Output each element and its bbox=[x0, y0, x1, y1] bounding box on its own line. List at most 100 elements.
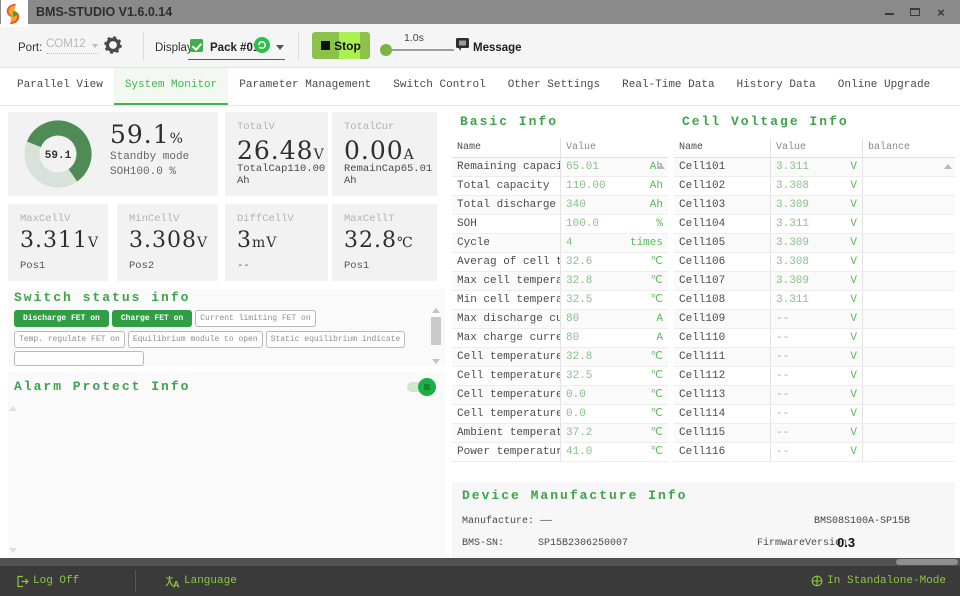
table-header: Name Value bbox=[452, 138, 668, 158]
row-name: Max cell temperature bbox=[452, 272, 560, 290]
table-row[interactable]: Cell107 3.309 V bbox=[674, 272, 955, 291]
tab[interactable]: Real-Time Data bbox=[611, 68, 725, 105]
scroll-down-icon[interactable] bbox=[9, 548, 17, 553]
table-row[interactable]: Max cell temperature 32.8 ℃ bbox=[452, 272, 668, 291]
row-name: Cell112 bbox=[674, 367, 770, 385]
switch-status-button[interactable]: Charge FET on bbox=[112, 310, 192, 327]
metric-sub: Pos2 bbox=[129, 260, 154, 272]
metric-label: TotalV bbox=[237, 121, 275, 133]
table-row[interactable]: Cell113 -- V bbox=[674, 386, 955, 405]
maximize-button[interactable] bbox=[902, 0, 928, 24]
slider-knob[interactable] bbox=[380, 44, 392, 56]
table-row[interactable]: Cell104 3.311 V bbox=[674, 215, 955, 234]
pack-checkbox[interactable] bbox=[190, 39, 203, 52]
gear-icon[interactable] bbox=[104, 36, 122, 59]
table-row[interactable]: Cell105 3.309 V bbox=[674, 234, 955, 253]
stop-button[interactable]: Stop bbox=[312, 32, 370, 59]
pack-dropdown-caret[interactable] bbox=[276, 45, 284, 50]
scroll-up-icon[interactable] bbox=[9, 406, 17, 411]
toolbar-divider bbox=[298, 32, 299, 60]
row-name: Cell103 bbox=[674, 196, 770, 214]
table-row[interactable]: Cell111 -- V bbox=[674, 348, 955, 367]
stop-square-icon bbox=[321, 41, 330, 50]
interval-slider[interactable]: 1.0s bbox=[380, 30, 456, 62]
table-row[interactable]: Cell115 -- V bbox=[674, 424, 955, 443]
table-row[interactable]: Min cell temperature 32.5 ℃ bbox=[452, 291, 668, 310]
tab[interactable]: Switch Control bbox=[382, 68, 496, 105]
table-row[interactable]: Cell116 -- V bbox=[674, 443, 955, 462]
port-select[interactable]: COM12 bbox=[46, 38, 98, 54]
table-row[interactable]: Ambient temperature 37.2 ℃ bbox=[452, 424, 668, 443]
switch-scrollbar[interactable] bbox=[431, 306, 442, 364]
table-row[interactable]: Max discharge current 80 A bbox=[452, 310, 668, 329]
metric-value: 3.311V bbox=[20, 228, 99, 253]
table-row[interactable]: Cell110 -- V bbox=[674, 329, 955, 348]
table-row[interactable]: Total discharge capa⋯ 340 Ah bbox=[452, 196, 668, 215]
row-balance bbox=[862, 329, 955, 347]
close-button[interactable]: × bbox=[928, 0, 954, 24]
message-button[interactable]: Message bbox=[473, 42, 522, 54]
toolbar-divider bbox=[143, 32, 144, 60]
switch-status-button[interactable]: Temp. regulate FET on bbox=[14, 331, 125, 348]
table-row[interactable]: Cell temperature 1 32.8 ℃ bbox=[452, 348, 668, 367]
alarm-toggle[interactable] bbox=[407, 382, 433, 392]
tab[interactable]: System Monitor bbox=[114, 68, 228, 105]
switch-status-button[interactable]: Current limiting FET on bbox=[195, 310, 315, 327]
table-row[interactable]: Max charge current 80 A bbox=[452, 329, 668, 348]
row-value: -- V bbox=[770, 348, 862, 366]
table-row[interactable]: Cell temperature 3 0.0 ℃ bbox=[452, 386, 668, 405]
table-row[interactable]: Cell temperature 2 32.5 ℃ bbox=[452, 367, 668, 386]
minimize-button[interactable] bbox=[876, 0, 902, 24]
tab[interactable]: Parallel View bbox=[6, 68, 114, 105]
clipped-switch-button[interactable] bbox=[14, 351, 144, 366]
toggle-knob[interactable] bbox=[418, 378, 436, 396]
table-row[interactable]: Cell112 -- V bbox=[674, 367, 955, 386]
log-off-button[interactable]: Log Off bbox=[16, 566, 79, 596]
metric-value: 3.308V bbox=[129, 228, 208, 253]
table-row[interactable]: Cell103 3.309 V bbox=[674, 196, 955, 215]
language-button[interactable]: A Language bbox=[165, 566, 237, 596]
metric-card: MaxCellV 3.311V Pos1 bbox=[8, 204, 108, 281]
tab[interactable]: Parameter Management bbox=[228, 68, 382, 105]
row-name: Remaining capacity bbox=[452, 158, 560, 176]
table-row[interactable]: Averag of cell tempe⋯ 32.6 ℃ bbox=[452, 253, 668, 272]
firmware-label: FirmwareVersion bbox=[757, 538, 847, 549]
row-name: Power temperature bbox=[452, 443, 560, 461]
table-row[interactable]: Cell101 3.311 V bbox=[674, 158, 955, 177]
row-value: 4 times bbox=[560, 234, 668, 252]
tab[interactable]: Online Upgrade bbox=[827, 68, 941, 105]
switch-status-button[interactable]: Discharge FET on bbox=[14, 310, 109, 327]
table-row[interactable]: Cell106 3.308 V bbox=[674, 253, 955, 272]
table-row[interactable]: Cell108 3.311 V bbox=[674, 291, 955, 310]
table-row[interactable]: Remaining capacity 65.01 Ah bbox=[452, 158, 668, 177]
table-row[interactable]: Cell109 -- V bbox=[674, 310, 955, 329]
horizontal-scrollbar[interactable] bbox=[0, 558, 960, 566]
scroll-up-icon[interactable] bbox=[432, 308, 440, 313]
switch-status-button[interactable]: Static equilibrium indicate bbox=[266, 331, 406, 348]
scrollbar-thumb[interactable] bbox=[431, 317, 441, 345]
tab-label: Other Settings bbox=[508, 79, 600, 91]
soc-soh: SOH100.0 % bbox=[110, 166, 189, 178]
scroll-down-icon[interactable] bbox=[432, 359, 440, 364]
table-row[interactable]: SOH 100.0 % bbox=[452, 215, 668, 234]
table-row[interactable]: Cell114 -- V bbox=[674, 405, 955, 424]
metric-sub: Pos1 bbox=[20, 260, 45, 272]
scrollbar-thumb[interactable] bbox=[896, 559, 958, 565]
row-name: SOH bbox=[452, 215, 560, 233]
standalone-mode-icon bbox=[811, 575, 823, 587]
table-row[interactable]: Power temperature 41.0 ℃ bbox=[452, 443, 668, 462]
switch-status-button[interactable]: Equilibrium module to open bbox=[128, 331, 263, 348]
metric-value: 3mV bbox=[237, 228, 277, 253]
pack-label[interactable]: Pack #01 bbox=[210, 42, 259, 54]
row-value: 3.309 V bbox=[770, 234, 862, 252]
tab[interactable]: History Data bbox=[726, 68, 827, 105]
tab[interactable]: Other Settings bbox=[497, 68, 611, 105]
table-row[interactable]: Cell temperature 4 0.0 ℃ bbox=[452, 405, 668, 424]
sn-row: BMS-SN: SP15B2306250007 bbox=[462, 538, 628, 549]
row-balance bbox=[862, 272, 955, 290]
table-row[interactable]: Total capacity 110.00 Ah bbox=[452, 177, 668, 196]
table-row[interactable]: Cell102 3.308 V bbox=[674, 177, 955, 196]
row-name: Total capacity bbox=[452, 177, 560, 195]
toolbar: Port: COM12 Display: Pack #01 bbox=[0, 24, 960, 68]
table-row[interactable]: Cycle 4 times bbox=[452, 234, 668, 253]
